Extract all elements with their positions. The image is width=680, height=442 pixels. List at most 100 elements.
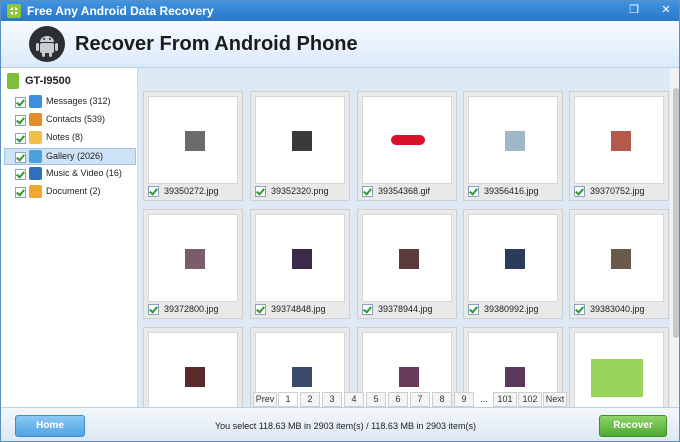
page-7-button[interactable]: 7	[410, 392, 430, 407]
restore-button[interactable]: ❒	[627, 4, 641, 17]
thumbnail-frame	[148, 332, 238, 407]
thumbnail-checkbox[interactable]	[362, 186, 373, 197]
thumbnail-card[interactable]: 39380992.jpg	[463, 209, 563, 319]
phone-icon	[7, 73, 19, 89]
thumbnail-card[interactable]: 39370752.jpg	[569, 91, 669, 201]
thumbnail-checkbox[interactable]	[362, 304, 373, 315]
category-checkbox[interactable]	[15, 97, 26, 108]
sidebar-item-messages[interactable]: Messages (312)	[5, 94, 135, 111]
thumbnail-checkbox[interactable]	[574, 304, 585, 315]
thumbnail-filename: 39372800.jpg	[164, 304, 219, 314]
page-4-button[interactable]: 4	[344, 392, 364, 407]
bottom-bar: Home You select 118.63 MB in 2903 item(s…	[1, 407, 679, 441]
prev-page-button[interactable]: Prev	[253, 392, 277, 407]
thumbnail-checkbox[interactable]	[255, 186, 266, 197]
music-video-icon	[29, 167, 42, 180]
thumbnail-frame	[574, 214, 664, 302]
category-checkbox[interactable]	[15, 152, 26, 163]
thumbnail-card[interactable]: 39354368.gif	[357, 91, 457, 201]
scrollbar-thumb[interactable]	[673, 88, 679, 338]
app-window: Free Any Android Data Recovery ❒ ✕ Recov…	[0, 0, 680, 442]
sidebar-item-notes[interactable]: Notes (8)	[5, 130, 135, 147]
gallery-panel: 39350272.jpg 39352320.png 39354368.gif 3935…	[138, 68, 670, 407]
selection-status: You select 118.63 MB in 2903 item(s) / 1…	[215, 421, 476, 431]
thumbnail-card[interactable]: 39383040.jpg	[569, 209, 669, 319]
thumbnail-checkbox[interactable]	[574, 186, 585, 197]
page-5-button[interactable]: 5	[366, 392, 386, 407]
thumbnail-card[interactable]	[143, 327, 243, 407]
thumbnail-filename: 39354368.gif	[378, 186, 431, 196]
thumbnail-image	[391, 135, 425, 145]
category-sidebar: GT-I9500 Messages (312) Contacts (539) N…	[1, 68, 138, 407]
sidebar-item-document[interactable]: Document (2)	[5, 184, 135, 201]
thumbnail-card[interactable]: 39352320.png	[250, 91, 350, 201]
thumbnail-image	[292, 131, 312, 151]
thumbnail-filename: 39383040.jpg	[590, 304, 645, 314]
thumbnail-frame	[148, 96, 238, 184]
category-checkbox[interactable]	[15, 187, 26, 198]
thumbnail-filename: 39350272.jpg	[164, 186, 219, 196]
page-8-button[interactable]: 8	[432, 392, 452, 407]
close-button[interactable]: ✕	[659, 4, 673, 17]
thumbnail-image	[185, 249, 205, 269]
thumbnail-image	[399, 367, 419, 387]
window-title: Free Any Android Data Recovery	[27, 4, 214, 18]
thumbnail-filename: 39378944.jpg	[378, 304, 433, 314]
sidebar-item-label: Music & Video (16)	[46, 168, 122, 178]
next-page-button[interactable]: Next	[543, 392, 567, 407]
thumbnail-filename: 39352320.png	[271, 186, 329, 196]
page-3-button[interactable]: 3	[322, 392, 342, 407]
category-checkbox[interactable]	[15, 133, 26, 144]
thumbnail-frame	[255, 214, 345, 302]
thumbnail-card[interactable]: 39372800.jpg	[143, 209, 243, 319]
sidebar-item-contacts[interactable]: Contacts (539)	[5, 112, 135, 129]
sidebar-item-music-video[interactable]: Music & Video (16)	[5, 166, 135, 183]
thumbnail-card[interactable]	[569, 327, 669, 407]
android-logo	[29, 26, 65, 62]
thumbnail-image	[185, 131, 205, 151]
thumbnail-checkbox[interactable]	[255, 304, 266, 315]
page-header: Recover From Android Phone	[1, 21, 679, 68]
sidebar-item-gallery[interactable]: Gallery (2026)	[4, 148, 136, 165]
thumbnail-frame	[574, 332, 664, 407]
page-1-button[interactable]: 1	[278, 392, 298, 407]
thumbnail-filename: 39370752.jpg	[590, 186, 645, 196]
thumbnail-image	[505, 131, 525, 151]
thumbnail-image	[505, 367, 525, 387]
notes-icon	[29, 131, 42, 144]
vertical-scrollbar[interactable]	[672, 68, 679, 407]
thumbnail-checkbox[interactable]	[468, 186, 479, 197]
thumbnail-frame	[574, 96, 664, 184]
thumbnail-card[interactable]: 39378944.jpg	[357, 209, 457, 319]
thumbnail-card[interactable]: 39350272.jpg	[143, 91, 243, 201]
page-6-button[interactable]: 6	[388, 392, 408, 407]
category-checkbox[interactable]	[15, 115, 26, 126]
thumbnail-frame	[468, 214, 558, 302]
thumbnail-card[interactable]: 39356416.jpg	[463, 91, 563, 201]
thumbnail-image	[591, 359, 643, 397]
sidebar-item-label: Document (2)	[46, 186, 101, 196]
page-9-button[interactable]: 9	[454, 392, 474, 407]
category-checkbox[interactable]	[15, 169, 26, 180]
thumbnail-image	[505, 249, 525, 269]
sidebar-item-label: Messages (312)	[46, 96, 111, 106]
page-101-button[interactable]: 101	[493, 392, 517, 407]
app-logo-icon	[7, 4, 21, 18]
thumbnail-card[interactable]: 39374848.jpg	[250, 209, 350, 319]
thumbnail-filename: 39356416.jpg	[484, 186, 539, 196]
gallery-icon	[29, 150, 42, 163]
page-102-button[interactable]: 102	[518, 392, 542, 407]
thumbnail-checkbox[interactable]	[148, 304, 159, 315]
page-2-button[interactable]: 2	[300, 392, 320, 407]
thumbnail-frame	[362, 96, 452, 184]
device-name: GT-I9500	[25, 75, 71, 87]
sidebar-item-label: Contacts (539)	[46, 114, 106, 124]
thumbnail-frame	[468, 96, 558, 184]
thumbnail-checkbox[interactable]	[148, 186, 159, 197]
home-button[interactable]: Home	[15, 415, 85, 437]
thumbnail-image	[399, 249, 419, 269]
recover-button[interactable]: Recover	[599, 415, 667, 437]
thumbnail-checkbox[interactable]	[468, 304, 479, 315]
thumbnail-image	[292, 367, 312, 387]
sidebar-item-label: Gallery (2026)	[46, 151, 104, 161]
